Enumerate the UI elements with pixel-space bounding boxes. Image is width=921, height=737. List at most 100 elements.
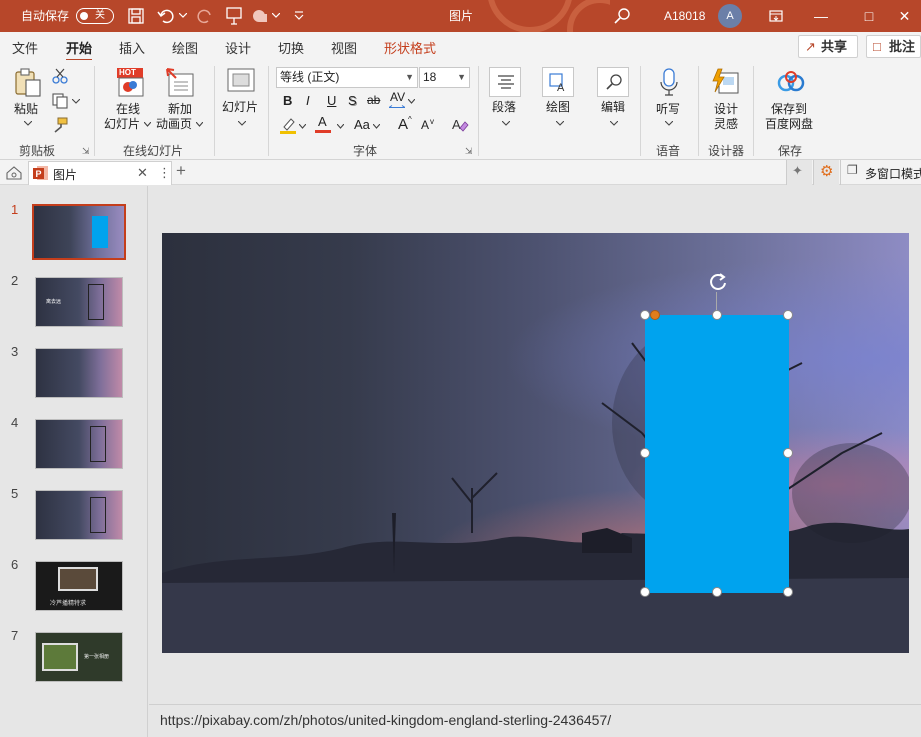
strikethrough-button[interactable]: ab xyxy=(367,93,380,107)
tab-transitions[interactable]: 切换 xyxy=(278,38,304,57)
chevron-down-icon[interactable] xyxy=(299,124,306,129)
ai-button[interactable]: ✦ xyxy=(786,160,812,185)
chevron-down-icon[interactable] xyxy=(144,122,151,127)
editing-label[interactable]: 编辑 xyxy=(601,100,625,114)
chevron-down-icon[interactable] xyxy=(238,121,246,127)
tab-design[interactable]: 设计 xyxy=(225,38,251,57)
font-color-button[interactable]: A xyxy=(318,114,327,129)
settings-button[interactable]: ⚙ xyxy=(813,160,839,185)
char-spacing-button[interactable]: AV xyxy=(390,90,405,104)
online-slides-label-1[interactable]: 在线 xyxy=(116,102,140,116)
adjust-handle[interactable] xyxy=(650,310,660,320)
resize-handle-w[interactable] xyxy=(640,448,650,458)
more-icon[interactable]: ⋮ xyxy=(158,165,171,181)
drawing-label[interactable]: 绘图 xyxy=(546,100,570,114)
shrink-font-button[interactable]: A xyxy=(421,118,429,132)
new-anim-label-1[interactable]: 新加 xyxy=(168,102,192,116)
tab-shape-format[interactable]: 形状格式 xyxy=(384,38,436,57)
paragraph-label[interactable]: 段落 xyxy=(492,100,516,114)
slide-thumbnail-7[interactable]: 第一张相册 xyxy=(35,632,123,682)
chevron-down-icon[interactable] xyxy=(408,99,415,104)
copy-icon[interactable] xyxy=(52,93,68,109)
comments-button[interactable]: □ 批注 xyxy=(866,35,921,58)
slides-label[interactable]: 幻灯片 xyxy=(222,100,258,114)
baidu-label-1[interactable]: 保存到 xyxy=(771,102,807,116)
chevron-down-icon[interactable] xyxy=(665,121,673,127)
multi-window-button[interactable]: ❐ 多窗口模式 xyxy=(840,160,921,185)
italic-button[interactable]: I xyxy=(306,93,310,108)
shape-fill-icon[interactable] xyxy=(250,8,268,24)
chevron-down-icon[interactable] xyxy=(502,121,510,127)
close-tab-icon[interactable]: ✕ xyxy=(137,165,148,181)
chevron-down-icon[interactable] xyxy=(272,13,280,19)
new-slide-icon[interactable] xyxy=(227,68,255,94)
resize-handle-sw[interactable] xyxy=(640,587,650,597)
tab-file[interactable]: 文件 xyxy=(12,38,38,57)
underline-button[interactable]: U xyxy=(327,93,336,108)
resize-handle-se[interactable] xyxy=(783,587,793,597)
slide-canvas[interactable] xyxy=(162,233,909,653)
customize-qat-icon[interactable] xyxy=(294,11,304,21)
design-ideas-icon[interactable] xyxy=(710,68,740,98)
notes-pane[interactable]: https://pixabay.com/zh/photos/united-kin… xyxy=(149,704,921,737)
cut-icon[interactable] xyxy=(52,68,68,84)
baidu-label-2[interactable]: 百度网盘 xyxy=(765,117,813,131)
home-shape-icon[interactable] xyxy=(6,165,22,181)
avatar[interactable]: A xyxy=(718,4,742,28)
autosave-toggle[interactable]: 关 xyxy=(76,8,114,24)
highlight-icon[interactable] xyxy=(280,117,296,135)
resize-handle-s[interactable] xyxy=(712,587,722,597)
dictate-label[interactable]: 听写 xyxy=(656,102,680,116)
ribbon-display-icon[interactable] xyxy=(769,9,783,23)
tab-insert[interactable]: 插入 xyxy=(119,38,145,57)
microphone-icon[interactable] xyxy=(659,68,679,98)
slide-thumbnail-3[interactable] xyxy=(35,348,123,398)
paste-label[interactable]: 粘贴 xyxy=(14,102,38,116)
resize-handle-n[interactable] xyxy=(712,310,722,320)
format-painter-icon[interactable] xyxy=(52,117,68,133)
slide-thumbnail-2[interactable]: 离去远 xyxy=(35,277,123,327)
baidu-cloud-icon[interactable] xyxy=(777,70,805,94)
present-icon[interactable] xyxy=(226,7,242,25)
redo-icon[interactable] xyxy=(196,7,214,25)
dialog-launcher-icon[interactable]: ⇲ xyxy=(465,146,473,157)
chevron-down-icon[interactable] xyxy=(610,121,618,127)
designer-label-1[interactable]: 设计 xyxy=(714,102,738,116)
change-case-button[interactable]: Aa xyxy=(354,117,370,132)
resize-handle-nw[interactable] xyxy=(640,310,650,320)
paste-icon[interactable] xyxy=(14,68,42,98)
chevron-down-icon[interactable] xyxy=(556,121,564,127)
slide-thumbnail-1[interactable] xyxy=(32,204,126,260)
dialog-launcher-icon[interactable]: ⇲ xyxy=(82,146,90,157)
tab-view[interactable]: 视图 xyxy=(331,38,357,57)
tab-home[interactable]: 开始 xyxy=(66,38,93,62)
new-animation-page-icon[interactable] xyxy=(166,68,196,98)
chevron-down-icon[interactable] xyxy=(373,124,380,129)
document-tab[interactable]: P 图片 ✕ ⋮ xyxy=(28,161,172,185)
share-button[interactable]: ↗ 共享 xyxy=(798,35,858,58)
grow-font-button[interactable]: A xyxy=(398,116,408,133)
minimize-button[interactable]: — xyxy=(798,0,844,32)
shadow-button[interactable]: S xyxy=(348,93,357,108)
slide-thumbnail-5[interactable] xyxy=(35,490,123,540)
resize-handle-e[interactable] xyxy=(783,448,793,458)
user-name[interactable]: A18018 xyxy=(664,0,705,32)
tab-draw[interactable]: 绘图 xyxy=(172,38,198,57)
maximize-button[interactable]: □ xyxy=(846,0,892,32)
drawing-button-frame[interactable]: A xyxy=(542,67,574,97)
search-icon[interactable] xyxy=(614,7,632,25)
add-tab-icon[interactable]: + xyxy=(176,161,186,181)
selected-rectangle-shape[interactable] xyxy=(645,315,789,593)
online-slides-label-2[interactable]: 幻灯片 xyxy=(104,117,140,131)
designer-label-2[interactable]: 灵感 xyxy=(714,117,738,131)
paragraph-button-frame[interactable] xyxy=(489,67,521,97)
new-anim-label-2[interactable]: 动画页 xyxy=(156,117,192,131)
save-icon[interactable] xyxy=(128,8,144,24)
font-size-select[interactable]: 18 ▼ xyxy=(419,67,470,88)
chevron-down-icon[interactable] xyxy=(337,124,344,129)
editing-button-frame[interactable] xyxy=(597,67,629,97)
bold-button[interactable]: B xyxy=(283,93,292,108)
font-name-select[interactable]: 等线 (正文) ▼ xyxy=(276,67,418,88)
undo-icon[interactable] xyxy=(157,7,175,25)
chevron-down-icon[interactable] xyxy=(24,121,32,127)
